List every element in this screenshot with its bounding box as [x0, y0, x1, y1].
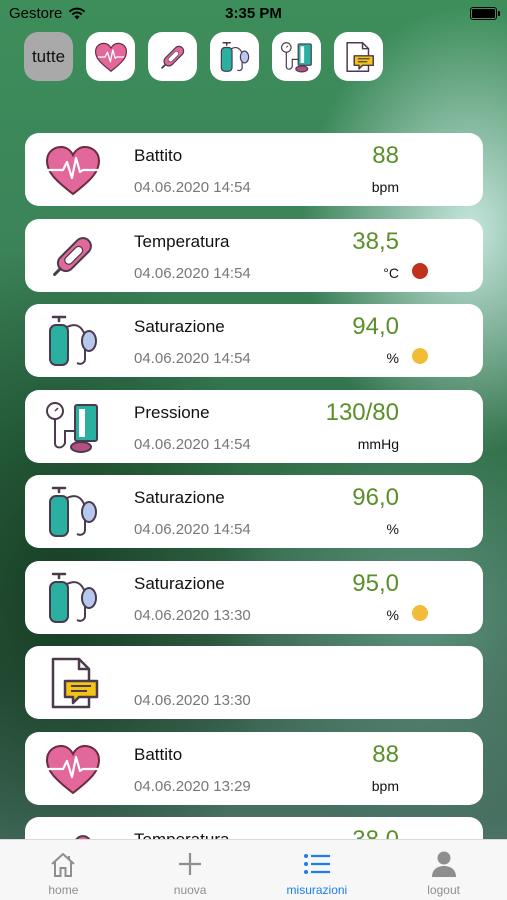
measurement-card[interactable]: 04.06.2020 13:30	[25, 646, 483, 719]
measurement-title: Saturazione	[134, 573, 225, 593]
heart-rate-icon	[41, 741, 105, 797]
person-icon	[431, 851, 456, 877]
measurement-value: 38,5	[352, 227, 399, 255]
battery-icon	[470, 7, 500, 20]
measurement-value: 96,0	[352, 484, 399, 511]
measurement-date: 04.06.2020 14:54	[134, 350, 251, 367]
measurement-unit: mmHg	[357, 435, 399, 452]
filter-temperature-button[interactable]	[148, 32, 197, 81]
tab-measurements-label: misurazioni	[286, 883, 348, 897]
filter-bar: tutte	[24, 32, 383, 81]
measurement-date: 04.06.2020 14:54	[134, 521, 251, 538]
oxygen-saturation-icon	[220, 41, 249, 72]
tab-bar: home nuova misurazioni logout	[0, 839, 507, 900]
measurement-unit: °C	[383, 264, 399, 281]
blood-pressure-icon	[280, 41, 312, 72]
measurement-card[interactable]: Battito 04.06.2020 13:29 88 bpm	[25, 731, 483, 805]
list-icon	[303, 854, 330, 874]
filter-notes-button[interactable]	[334, 32, 383, 81]
measurement-unit: bpm	[371, 777, 399, 794]
measurement-card[interactable]: Saturazione 04.06.2020 14:54 96,0%	[25, 475, 483, 548]
thermometer-icon	[160, 45, 184, 69]
tab-measurements[interactable]: misurazioni	[254, 840, 381, 900]
measurement-unit: %	[386, 521, 399, 537]
measurement-value: 88	[372, 142, 399, 169]
filter-pressure-button[interactable]	[272, 32, 321, 81]
status-indicator-yellow	[412, 604, 428, 621]
measurement-date: 04.06.2020 13:30	[134, 692, 251, 709]
measurement-card[interactable]: Battito 04.06.2020 14:54 88 bpm	[25, 133, 483, 206]
plus-icon	[179, 853, 202, 875]
note-icon	[41, 655, 105, 711]
blood-pressure-icon	[41, 399, 105, 455]
measurement-date: 04.06.2020 13:30	[134, 606, 251, 624]
tab-home-label: home	[48, 883, 79, 897]
measurement-title: Battito	[134, 146, 183, 165]
measurement-unit: bpm	[371, 179, 399, 195]
oxygen-saturation-icon	[41, 570, 105, 626]
tab-new[interactable]: nuova	[127, 840, 254, 900]
measurement-card[interactable]: Saturazione 04.06.2020 14:54 94,0%	[25, 304, 483, 377]
measurement-date: 04.06.2020 14:54	[134, 179, 251, 196]
note-icon	[345, 41, 374, 72]
status-indicator-yellow	[412, 348, 428, 364]
thermometer-icon	[41, 228, 105, 284]
tab-logout[interactable]: logout	[380, 840, 507, 900]
status-bar: Gestore 3:35 PM	[0, 0, 507, 28]
measurement-card[interactable]: Temperatura 04.06.2020 14:54 38,5 °C	[25, 218, 483, 292]
measurement-title: Temperatura	[134, 231, 230, 251]
tab-home[interactable]: home	[0, 840, 127, 900]
oxygen-saturation-icon	[41, 313, 105, 369]
measurement-value: 88	[372, 740, 399, 768]
measurement-card[interactable]: Saturazione 04.06.2020 13:30 95,0%	[25, 560, 483, 634]
status-time: 3:35 PM	[225, 5, 282, 22]
heart-rate-icon	[94, 42, 127, 72]
measurement-value: 95,0	[352, 569, 399, 597]
measurement-unit: %	[386, 350, 399, 366]
home-icon	[51, 853, 76, 877]
tab-new-label: nuova	[173, 883, 207, 897]
measurement-value: 94,0	[352, 313, 399, 340]
measurement-title: Pressione	[134, 402, 210, 422]
measurement-date: 04.06.2020 14:54	[134, 264, 251, 282]
measurement-date: 04.06.2020 14:54	[134, 435, 251, 453]
tab-logout-label: logout	[427, 883, 460, 897]
measurement-unit: %	[386, 606, 399, 623]
filter-saturation-button[interactable]	[210, 32, 259, 81]
filter-all-label: tutte	[31, 46, 66, 66]
measurement-date: 04.06.2020 13:29	[134, 777, 251, 795]
measurement-value: 130/80	[325, 398, 399, 426]
measurement-title: Battito	[134, 744, 183, 764]
measurement-title: Saturazione	[134, 317, 225, 336]
measurement-list: Battito 04.06.2020 14:54 88 bpm Temperatura 0…	[25, 133, 483, 900]
measurement-title: Saturazione	[134, 488, 225, 507]
measurement-card[interactable]: Pressione 04.06.2020 14:54 130/80 mmHg	[25, 389, 483, 463]
status-indicator-red	[412, 262, 428, 279]
oxygen-saturation-icon	[41, 484, 105, 540]
filter-all-button[interactable]: tutte	[24, 32, 73, 81]
filter-heart-button[interactable]	[86, 32, 135, 81]
heart-rate-icon	[41, 142, 105, 198]
